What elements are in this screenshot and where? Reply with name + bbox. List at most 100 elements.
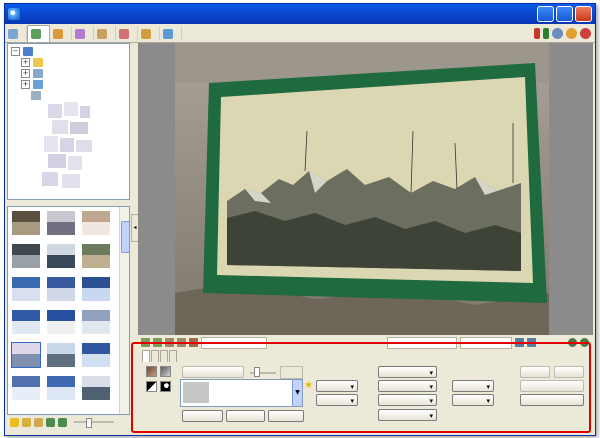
round-corners-button[interactable]	[182, 410, 223, 422]
back-icon[interactable]	[46, 417, 55, 427]
expand-icon[interactable]: +	[21, 58, 30, 67]
tab-combine[interactable]	[94, 26, 116, 41]
thumbnail[interactable]	[11, 342, 41, 368]
redo-button[interactable]	[554, 366, 584, 378]
tree-item-network[interactable]: +	[8, 79, 129, 90]
panel-splitter[interactable]	[7, 200, 128, 205]
filter-button[interactable]: ▾	[378, 409, 437, 421]
undo-button[interactable]	[520, 366, 550, 378]
tree-item-computer[interactable]: +	[8, 68, 129, 79]
folder-icon	[33, 58, 43, 67]
backlight-button[interactable]: ▾	[452, 394, 494, 406]
slider-knob[interactable]	[86, 418, 92, 428]
merge-frame-button[interactable]	[182, 366, 244, 378]
exit-badge[interactable]	[543, 28, 549, 39]
info-icon[interactable]	[189, 338, 198, 347]
auto-level-button[interactable]: ▾	[378, 366, 437, 378]
zoom-out-icon[interactable]	[580, 338, 589, 347]
menu-badge[interactable]	[534, 28, 540, 39]
tab-viewer[interactable]	[5, 26, 27, 41]
photo-frame-line-button[interactable]	[268, 410, 304, 422]
frame-select[interactable]: ▼	[180, 379, 303, 407]
thumbnail[interactable]	[12, 376, 40, 400]
favorite-star-icon[interactable]: ★	[304, 380, 313, 391]
tree-item-desktop[interactable]: −	[8, 46, 129, 57]
editor-icon	[31, 29, 41, 39]
expand-icon[interactable]: +	[21, 69, 30, 78]
tab-print[interactable]	[138, 26, 160, 41]
tab-tools[interactable]	[169, 350, 177, 362]
thumbnail[interactable]	[47, 211, 75, 235]
fit-window-icon[interactable]	[527, 338, 536, 347]
chevron-down-icon[interactable]: ▼	[292, 380, 302, 406]
expand-icon[interactable]: +	[21, 80, 30, 89]
auto-contrast-button[interactable]: ▾	[378, 380, 437, 392]
thumbnail[interactable]	[82, 244, 110, 268]
tree-item-documents[interactable]: +	[8, 57, 129, 68]
main-tabbar	[5, 25, 595, 43]
thumbnail[interactable]	[47, 244, 75, 268]
shadow-icon[interactable]	[160, 381, 171, 392]
maximize-button[interactable]	[556, 6, 573, 22]
rotate-left-icon[interactable]	[141, 338, 150, 347]
soften-button[interactable]: ▾	[452, 380, 494, 392]
tree-item-recycle[interactable]	[8, 90, 129, 101]
expand-canvas-button[interactable]	[226, 410, 265, 422]
collapse-icon[interactable]: −	[11, 47, 20, 56]
actual-size-icon[interactable]	[177, 338, 186, 347]
grid-icon[interactable]	[552, 28, 563, 39]
resize-button[interactable]: ▾	[316, 380, 358, 392]
favorite-icon[interactable]	[10, 417, 19, 427]
thumbnail-grid[interactable]	[7, 206, 130, 415]
undo-all-button[interactable]	[520, 380, 584, 392]
save-button[interactable]	[520, 394, 584, 406]
thumbnail[interactable]	[82, 310, 110, 334]
tab-object[interactable]	[151, 350, 159, 362]
thumbnail[interactable]	[82, 343, 110, 367]
title-bar[interactable]	[5, 4, 595, 24]
thumbnail[interactable]	[47, 343, 75, 367]
thumbnail[interactable]	[12, 310, 40, 334]
thumbnail[interactable]	[47, 376, 75, 400]
help-icon[interactable]	[580, 28, 591, 39]
folder-tree[interactable]: − + + +	[7, 43, 130, 200]
thumbnail[interactable]	[47, 310, 75, 334]
rotate-right-icon[interactable]	[153, 338, 162, 347]
contrast-icon[interactable]	[146, 381, 157, 392]
zoom-in-icon[interactable]	[568, 338, 577, 347]
sharpen-button[interactable]: ▾	[378, 394, 437, 406]
folder-icon[interactable]	[34, 417, 43, 427]
thumb-size-slider[interactable]	[74, 418, 114, 428]
thumbnail[interactable]	[12, 211, 40, 235]
thumbnail[interactable]	[82, 211, 110, 235]
thumbnail[interactable]	[47, 277, 75, 301]
tab-crop[interactable]	[160, 350, 168, 362]
thumbnail[interactable]	[12, 277, 40, 301]
minimize-button[interactable]	[537, 6, 554, 22]
thumbnail[interactable]	[82, 277, 110, 301]
chevron-down-icon: ▾	[486, 397, 490, 405]
zoom-level	[539, 338, 565, 348]
fullscreen-icon[interactable]	[515, 338, 524, 347]
thumbnail[interactable]	[82, 376, 110, 400]
tab-editor[interactable]	[27, 25, 50, 42]
image-viewport[interactable]	[138, 43, 593, 335]
frame-style-icon[interactable]	[146, 366, 157, 377]
forward-icon[interactable]	[58, 417, 67, 427]
tab-gif[interactable]	[116, 26, 138, 41]
frame-style-icon[interactable]	[160, 366, 171, 377]
tab-home[interactable]	[142, 350, 150, 362]
tab-batch[interactable]	[50, 26, 72, 41]
opacity-slider-knob[interactable]	[254, 367, 260, 377]
close-button[interactable]	[575, 6, 592, 22]
tab-photoscape[interactable]	[160, 26, 182, 41]
settings-icon[interactable]	[566, 28, 577, 39]
fit-icon[interactable]	[165, 338, 174, 347]
tab-page[interactable]	[72, 26, 94, 41]
scroll-thumb[interactable]	[121, 221, 129, 253]
brightness-color-button[interactable]: ▾	[316, 394, 358, 406]
thumbnail[interactable]	[12, 244, 40, 268]
folder-up-icon[interactable]	[22, 417, 31, 427]
thumbnail-scrollbar[interactable]	[119, 207, 129, 414]
tab-right-tools	[534, 28, 595, 39]
